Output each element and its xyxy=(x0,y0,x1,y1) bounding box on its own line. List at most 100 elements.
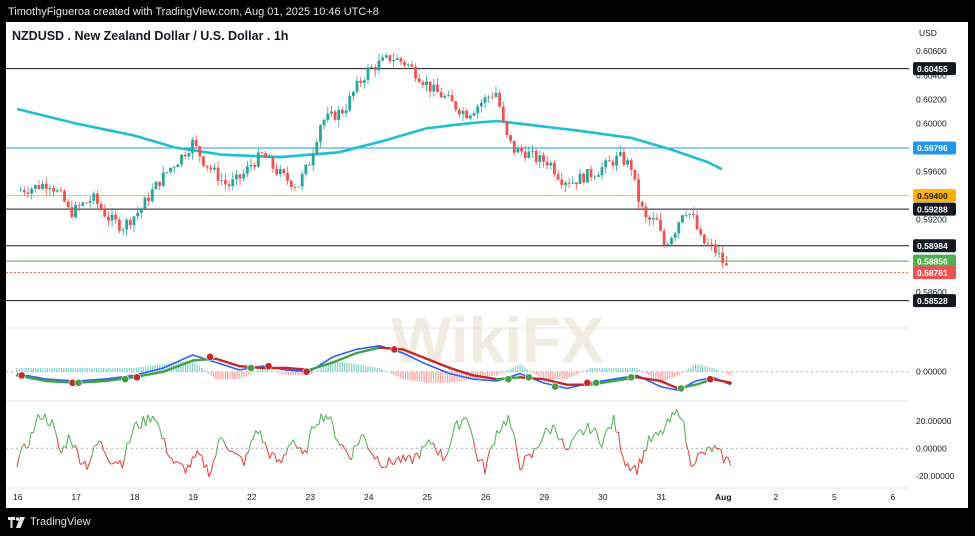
candle-body xyxy=(183,154,187,157)
signal-line-segment xyxy=(711,377,732,385)
macd-cross-marker xyxy=(706,375,715,384)
macd-histogram-bar xyxy=(367,366,369,372)
oscillator-segment xyxy=(292,439,296,446)
macd-histogram-bar xyxy=(524,367,526,372)
macd-histogram-bar xyxy=(21,368,23,372)
macd-histogram-bar xyxy=(489,371,491,377)
oscillator-segment xyxy=(571,437,575,441)
macd-histogram-bar xyxy=(624,368,626,372)
macd-histogram-bar xyxy=(119,368,121,372)
macd-histogram-bar xyxy=(222,371,224,380)
macd-histogram-bar xyxy=(194,362,196,372)
macd-histogram-bar xyxy=(318,369,320,372)
candle-body xyxy=(311,153,315,166)
tradingview-brand[interactable]: TradingView xyxy=(8,514,91,530)
candle-body xyxy=(527,151,531,158)
oscillator-segment xyxy=(159,428,163,439)
candle-body xyxy=(622,152,626,165)
chart-panel[interactable]: WikiFX USD 0.60600 0.60400 0.60200 0.60000 0.… xyxy=(6,22,968,508)
macd-histogram-bar xyxy=(456,371,458,382)
macd-histogram-bar xyxy=(519,364,521,372)
oscillator-segment xyxy=(135,421,140,429)
candle-body xyxy=(300,174,304,187)
macd-histogram-bar xyxy=(81,368,84,372)
candle-body xyxy=(629,160,633,170)
price-levels xyxy=(6,68,909,302)
candle-body xyxy=(516,147,520,153)
macd-histogram-bar xyxy=(386,371,388,372)
oscillator-segment xyxy=(245,451,250,455)
macd-histogram-bar xyxy=(16,368,18,372)
oscillator-segment xyxy=(433,442,437,451)
candle-body xyxy=(227,184,231,187)
macd-histogram-bar xyxy=(339,361,341,372)
oscillator-segment xyxy=(552,424,556,429)
oscillator-segment xyxy=(561,438,566,449)
oscillator-segment xyxy=(393,459,397,466)
macd-histogram-bar xyxy=(135,367,137,372)
oscillator-segment xyxy=(653,431,657,437)
candle-body xyxy=(381,57,385,61)
oscillator-segment xyxy=(507,414,512,428)
candle-body xyxy=(611,161,615,166)
oscillator-segment xyxy=(128,435,133,444)
macd-histogram-bar xyxy=(70,368,72,372)
oscillator-segment xyxy=(472,439,477,453)
candle-body xyxy=(256,152,260,167)
oscillator-segment xyxy=(610,414,615,429)
macd-histogram-bar xyxy=(336,361,339,372)
candle-body xyxy=(242,173,246,179)
candle-body xyxy=(319,125,322,143)
candle-body xyxy=(117,219,121,231)
oscillator-segment xyxy=(468,423,472,431)
candle-body xyxy=(125,219,129,230)
oscillator-segment xyxy=(463,417,467,419)
candle-body xyxy=(165,171,169,173)
oscillator-segment xyxy=(259,430,264,443)
chart-svg[interactable]: WikiFX USD0.606000.604000.602000.600000.… xyxy=(6,22,968,508)
time-tick-label: 24 xyxy=(364,492,374,502)
macd-histogram-bar xyxy=(580,371,582,373)
macd-histogram-bar xyxy=(606,368,608,372)
candle-body xyxy=(253,165,257,167)
oscillator-segment xyxy=(152,416,156,421)
macd-histogram-bar xyxy=(521,365,524,372)
macd-histogram-bar xyxy=(409,371,411,381)
macd-histogram-bar xyxy=(627,368,629,372)
macd-histogram-bar xyxy=(365,365,367,372)
oscillator-segment xyxy=(149,416,154,423)
time-tick-label: 19 xyxy=(189,492,199,502)
candle-body xyxy=(545,161,549,166)
macd-histogram-bar xyxy=(388,371,390,373)
oscillator-segment xyxy=(220,437,224,440)
macd-histogram-bar xyxy=(418,371,421,382)
oscillator-segment xyxy=(655,431,659,436)
oscillator-segment xyxy=(16,456,20,468)
macd-cross-marker xyxy=(504,375,513,384)
macd-histogram-bar xyxy=(554,371,556,380)
macd-histogram-bar xyxy=(453,371,456,383)
macd-cross-marker xyxy=(592,378,601,387)
macd-histogram-bar xyxy=(259,369,261,372)
oscillator-tick-label: 0.00000 xyxy=(916,443,947,453)
macd-histogram-bar xyxy=(93,368,95,372)
macd-histogram-bar xyxy=(142,366,144,372)
macd-histogram-bar xyxy=(414,371,416,381)
oscillator-segment xyxy=(44,413,48,425)
candle-body xyxy=(458,109,461,115)
macd-histogram-bar xyxy=(234,371,236,380)
candle-body xyxy=(542,155,545,162)
macd-histogram-bar xyxy=(528,370,531,372)
candles xyxy=(19,52,728,269)
macd-histogram-bar xyxy=(578,371,580,374)
oscillator-segment xyxy=(269,452,273,459)
oscillator-segment xyxy=(266,449,271,459)
macd-histogram-bar xyxy=(285,371,287,376)
candle-body xyxy=(417,78,421,83)
macd-histogram-bar xyxy=(313,371,315,373)
oscillator-segment xyxy=(124,442,128,459)
macd-histogram-bar xyxy=(439,371,442,383)
oscillator-segment xyxy=(248,441,252,452)
macd-histogram-bar xyxy=(570,371,573,377)
oscillator-segment xyxy=(35,414,39,423)
